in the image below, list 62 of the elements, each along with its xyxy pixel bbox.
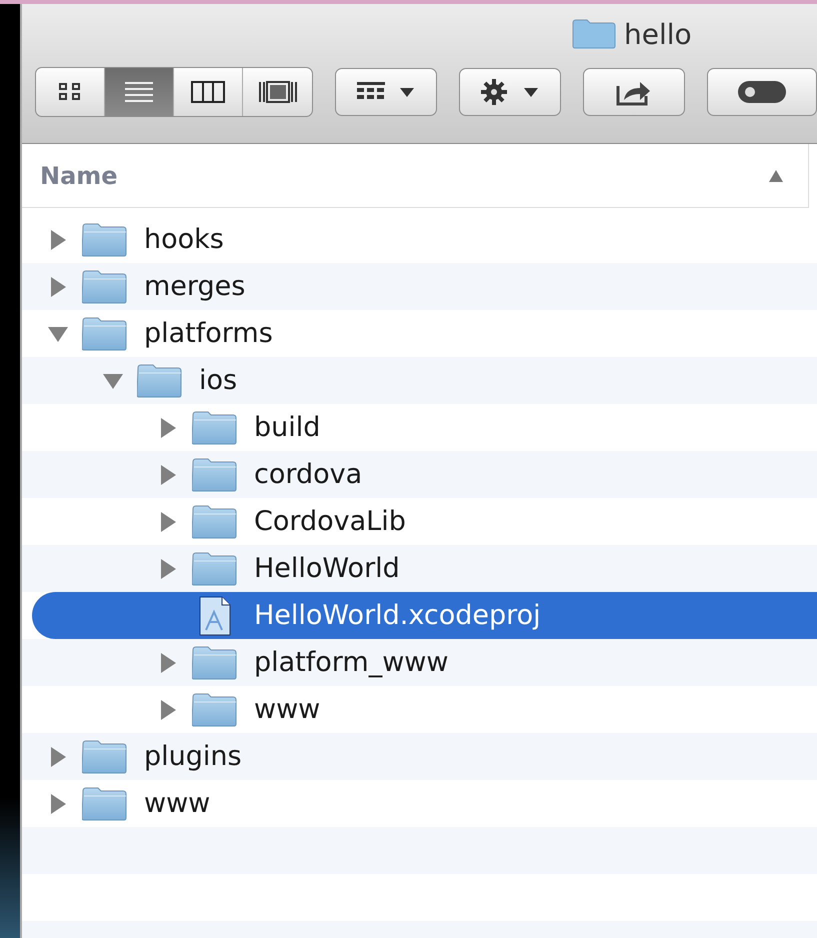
file-name: hooks <box>144 224 224 255</box>
disclosure-collapsed-icon[interactable] <box>48 746 68 768</box>
file-row[interactable]: plugins <box>22 733 817 780</box>
folder-icon <box>192 504 238 538</box>
file-row[interactable]: www <box>22 780 817 827</box>
file-name: platforms <box>144 318 273 349</box>
disclosure-collapsed-icon[interactable] <box>158 464 178 486</box>
list-view-icon <box>124 81 154 103</box>
tags-button[interactable] <box>707 68 817 116</box>
folder-icon <box>192 692 238 726</box>
file-row[interactable]: cordova <box>22 451 817 498</box>
folder-icon <box>192 458 238 492</box>
disclosure-collapsed-icon[interactable] <box>158 698 178 720</box>
arrange-button[interactable] <box>335 68 437 116</box>
file-name: plugins <box>144 741 242 772</box>
disclosure-collapsed-icon[interactable] <box>48 276 68 298</box>
folder-icon <box>82 316 128 350</box>
folder-icon <box>192 410 238 444</box>
window-title: hello <box>624 18 692 50</box>
folder-icon <box>82 740 128 774</box>
action-button[interactable] <box>459 68 561 116</box>
icon-view-icon <box>57 81 83 103</box>
file-row[interactable]: merges <box>22 263 817 310</box>
file-row[interactable]: HelloWorld <box>22 545 817 592</box>
file-row[interactable]: platform_www <box>22 639 817 686</box>
file-name: www <box>144 788 210 819</box>
folder-icon <box>82 222 128 256</box>
file-row[interactable]: www <box>22 686 817 733</box>
file-row[interactable]: hooks <box>22 216 817 263</box>
file-name: ios <box>199 365 238 396</box>
file-name: merges <box>144 271 246 302</box>
file-name: platform_www <box>254 647 448 678</box>
column-header[interactable]: Name <box>40 162 118 190</box>
file-name: CordovaLib <box>254 506 406 537</box>
file-row[interactable]: build <box>22 404 817 451</box>
folder-icon <box>137 364 183 398</box>
file-name: cordova <box>254 459 362 490</box>
sort-ascending-icon[interactable] <box>768 168 784 182</box>
cover-flow-icon <box>258 81 298 103</box>
file-name: HelloWorld.xcodeproj <box>254 600 541 631</box>
folder-icon <box>192 646 238 680</box>
file-row[interactable]: ios <box>22 357 817 404</box>
disclosure-collapsed-icon[interactable] <box>48 792 68 814</box>
disclosure-collapsed-icon[interactable] <box>158 652 178 674</box>
folder-icon <box>572 19 616 49</box>
folder-icon <box>82 786 128 820</box>
share-button[interactable] <box>583 68 685 116</box>
disclosure-collapsed-icon[interactable] <box>158 416 178 438</box>
file-name: build <box>254 412 320 443</box>
selected-row[interactable]: HelloWorld.xcodeproj <box>32 592 817 639</box>
folder-icon <box>192 552 238 586</box>
file-name: HelloWorld <box>254 553 400 584</box>
file-name: www <box>254 694 320 725</box>
disclosure-collapsed-icon[interactable] <box>48 228 68 250</box>
file-row[interactable]: CordovaLib <box>22 498 817 545</box>
columns-view-icon <box>191 81 226 103</box>
folder-icon <box>82 270 128 304</box>
disclosure-collapsed-icon[interactable] <box>158 558 178 580</box>
view-mode-control[interactable] <box>35 67 313 117</box>
file-row[interactable]: platforms <box>22 310 817 357</box>
disclosure-collapsed-icon[interactable] <box>158 510 178 532</box>
toggle-icon <box>737 80 787 104</box>
